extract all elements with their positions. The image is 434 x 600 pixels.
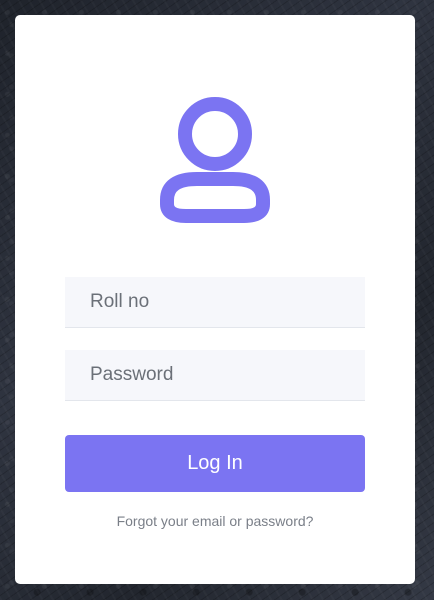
password-input[interactable]	[65, 350, 365, 401]
roll-no-input[interactable]	[65, 277, 365, 328]
user-icon-head	[178, 97, 252, 171]
user-icon-body	[160, 172, 270, 223]
user-icon	[160, 97, 270, 223]
login-button[interactable]: Log In	[65, 435, 365, 492]
login-card: Log In Forgot your email or password?	[15, 15, 415, 584]
forgot-password-link[interactable]: Forgot your email or password?	[15, 513, 415, 529]
